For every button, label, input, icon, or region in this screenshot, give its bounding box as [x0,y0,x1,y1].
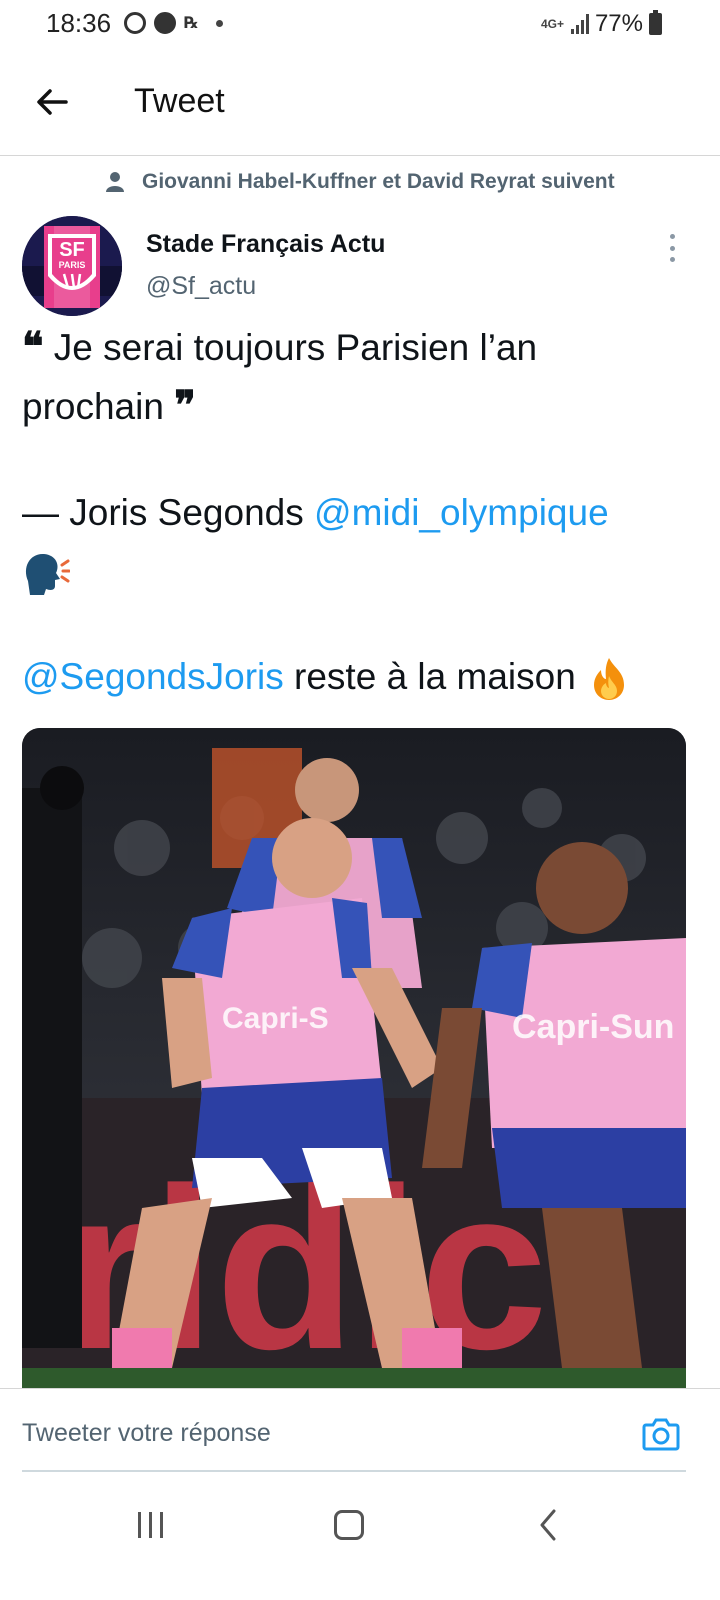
svg-text:Capri-S: Capri-S [222,1002,329,1035]
back-arrow-icon[interactable] [34,84,70,120]
back-icon[interactable] [538,1508,558,1542]
avatar[interactable]: SF PARIS [22,216,122,316]
mention-link[interactable]: @SegondsJoris [22,656,284,697]
tweet-header: Tweet [0,52,720,156]
app-icon: ℞ [184,15,199,32]
person-icon [106,172,124,192]
avatar-logo: SF PARIS [22,216,122,316]
avatar-text-bottom: PARIS [59,260,86,270]
network-type: 4G+ [540,17,564,31]
mention-link[interactable]: @midi_olympique [314,492,609,533]
closing-text: reste à la maison [283,656,587,697]
close-quote: ❞ [174,382,196,429]
social-context[interactable]: Giovanni Habel-Kuffner et David Reyrat s… [104,170,615,194]
reply-underline [22,1470,686,1472]
tweet-text-part: Je serai toujours Parisien l’an [43,327,538,368]
status-time: 18:36 [46,8,112,38]
fire-icon [594,658,625,701]
author-handle[interactable]: @Sf_actu [146,272,256,301]
tweet-line-2: prochain ❞ [22,377,692,436]
tweet-text: ❝ Je serai toujours Parisien l’an procha… [22,318,692,706]
home-icon[interactable] [334,1510,364,1540]
status-right: 4G+ 77% [541,10,662,38]
dot-icon [216,19,224,27]
battery-percent: 77% [594,10,643,37]
tweet-photo: ridic Capri-S Capri-Sun [22,728,686,1388]
tweet-line-attribution: — Joris Segonds @midi_olympique [22,484,692,542]
more-options-icon[interactable] [666,234,678,262]
speaking-head-icon [25,554,70,596]
avatar-text-top: SF [59,239,85,261]
page-title: Tweet [134,82,225,120]
open-quote: ❝ [22,323,44,370]
attribution-text: — Joris Segonds [22,492,315,533]
reply-input[interactable]: Tweeter votre réponse [22,1419,271,1448]
tweet-text-part: prochain [22,386,175,427]
signal-icon [570,14,589,34]
status-bar: 18:36 ℞ 4G+ 77% [0,0,720,52]
tweet-line-emoji [22,542,692,600]
tweet-line-1: ❝ Je serai toujours Parisien l’an [22,318,692,377]
message-icon [124,12,146,34]
social-context-text: Giovanni Habel-Kuffner et David Reyrat s… [142,170,615,193]
author-name[interactable]: Stade Français Actu [146,230,385,259]
reply-bar: Tweeter votre réponse [0,1388,720,1472]
tweet-image[interactable]: ridic Capri-S Capri-Sun [22,728,686,1388]
battery-icon [649,10,662,35]
recent-apps-icon[interactable] [138,1512,163,1538]
camera-icon[interactable] [642,1417,680,1451]
status-notification-icons: ℞ [124,12,224,34]
svg-text:Capri-Sun: Capri-Sun [512,1008,674,1046]
notification-icon [154,12,176,34]
system-nav-bar [0,1480,720,1600]
tweet-line-closing: @SegondsJoris reste à la maison [22,648,692,706]
